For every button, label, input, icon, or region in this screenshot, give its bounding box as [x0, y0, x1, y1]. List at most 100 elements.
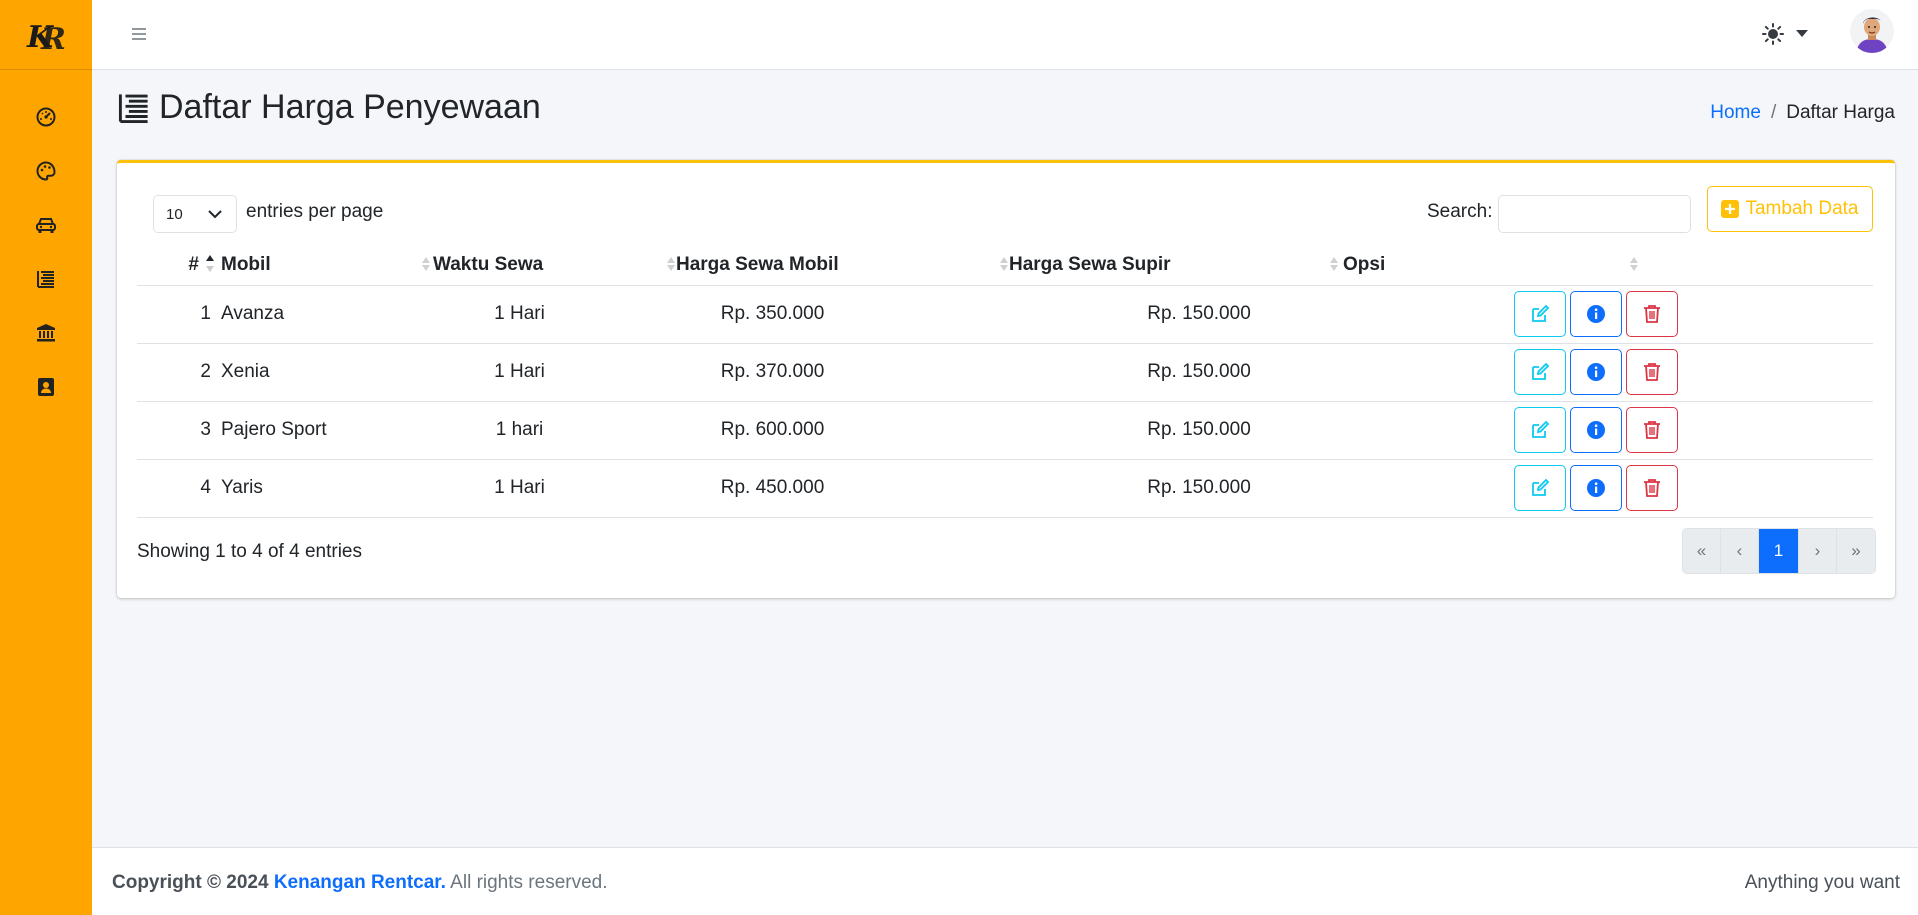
cell-harga-sewa-mobil: Rp. 600.000 — [676, 401, 1009, 460]
cell-harga-sewa-supir: Rp. 150.000 — [1009, 285, 1339, 344]
pagination-last-button[interactable]: » — [1837, 529, 1875, 573]
sidebar-item-mobil[interactable] — [0, 198, 92, 252]
add-data-button[interactable]: Tambah Data — [1707, 186, 1873, 232]
cell-opsi — [1339, 459, 1873, 518]
caret-down-icon — [1796, 30, 1808, 37]
cell-harga-sewa-mobil: Rp. 370.000 — [676, 343, 1009, 402]
column-header-mobil[interactable]: Mobil — [221, 245, 431, 286]
page-title: Daftar Harga Penyewaan — [117, 88, 541, 127]
cell-number: 1 — [137, 285, 221, 344]
sidebar-item-kontak[interactable] — [0, 360, 92, 414]
table-header-row: # Mobil Waktu Sewa Harga Sewa Mobil Harg… — [137, 245, 1873, 286]
edit-icon — [1532, 304, 1550, 322]
cell-harga-sewa-supir: Rp. 150.000 — [1009, 401, 1339, 460]
detail-button[interactable] — [1570, 291, 1622, 337]
top-navbar — [92, 0, 1918, 70]
edit-icon — [1532, 478, 1550, 496]
theme-toggle-button[interactable] — [1762, 20, 1808, 48]
dashboard-gauge-icon — [36, 107, 56, 127]
bank-icon — [37, 324, 55, 342]
detail-button[interactable] — [1570, 349, 1622, 395]
pagination-prev-button[interactable]: ‹ — [1721, 529, 1759, 573]
cell-opsi — [1339, 343, 1873, 402]
info-circle-icon — [1587, 363, 1605, 381]
page-title-text: Daftar Harga Penyewaan — [159, 88, 541, 126]
list-icon — [118, 93, 148, 123]
column-header-waktu-sewa[interactable]: Waktu Sewa — [431, 245, 676, 286]
cell-waktu-sewa: 1 hari — [431, 401, 676, 460]
edit-icon — [1532, 362, 1550, 380]
sort-icon — [1000, 257, 1008, 271]
cell-waktu-sewa: 1 Hari — [431, 459, 676, 518]
sort-asc-icon — [206, 255, 214, 272]
sidebar-item-harga[interactable] — [0, 252, 92, 306]
car-icon — [36, 218, 56, 233]
user-avatar[interactable] — [1850, 9, 1894, 53]
copyright-text: Copyright © 2024 — [112, 872, 269, 893]
column-header-spacer — [1639, 245, 1873, 286]
detail-button[interactable] — [1570, 407, 1622, 453]
list-icon — [37, 271, 54, 288]
sort-icon — [1330, 257, 1338, 271]
table-row: 3 Pajero Sport 1 hari Rp. 600.000 Rp. 15… — [137, 401, 1873, 460]
cell-number: 2 — [137, 343, 221, 402]
cell-number: 3 — [137, 401, 221, 460]
entries-per-page-select[interactable]: 10 — [153, 195, 237, 233]
delete-button[interactable] — [1626, 291, 1678, 337]
cell-number: 4 — [137, 459, 221, 518]
delete-button[interactable] — [1626, 407, 1678, 453]
entries-per-page-label: entries per page — [246, 201, 384, 222]
sidebar-item-dashboard[interactable] — [0, 90, 92, 144]
pagination-next-button[interactable]: › — [1799, 529, 1837, 573]
trash-icon — [1644, 363, 1660, 381]
detail-button[interactable] — [1570, 465, 1622, 511]
edit-button[interactable] — [1514, 407, 1566, 453]
brand[interactable]: K R — [0, 0, 92, 70]
footer-tagline: Anything you want — [1744, 872, 1900, 893]
sidebar-toggle-button[interactable] — [128, 23, 150, 45]
table-row: 4 Yaris 1 Hari Rp. 450.000 Rp. 150.000 — [137, 459, 1873, 518]
pagination-first-button[interactable]: « — [1683, 529, 1721, 573]
chevron-down-icon — [208, 209, 222, 218]
delete-button[interactable] — [1626, 349, 1678, 395]
pagination-page-1-button[interactable]: 1 — [1759, 529, 1799, 573]
edit-button[interactable] — [1514, 465, 1566, 511]
sidebar: K R — [0, 0, 92, 915]
price-list-card: 10 entries per page Search: Tambah Data … — [117, 160, 1895, 598]
sidebar-item-bank[interactable] — [0, 306, 92, 360]
entries-per-page-value: 10 — [166, 205, 183, 223]
trash-icon — [1644, 305, 1660, 323]
brand-logo[interactable]: K R — [20, 12, 72, 58]
column-header-opsi[interactable]: Opsi — [1339, 245, 1639, 286]
breadcrumb: Home / Daftar Harga — [1710, 102, 1895, 124]
footer-copyright: Copyright © 2024 Kenangan Rentcar. All r… — [112, 872, 608, 894]
cell-harga-sewa-supir: Rp. 150.000 — [1009, 343, 1339, 402]
table-row: 2 Xenia 1 Hari Rp. 370.000 Rp. 150.000 — [137, 343, 1873, 402]
pagination: « ‹ 1 › » — [1682, 528, 1876, 574]
cell-mobil: Avanza — [221, 285, 431, 344]
table-info-text: Showing 1 to 4 of 4 entries — [137, 541, 362, 562]
delete-button[interactable] — [1626, 465, 1678, 511]
sort-icon — [667, 257, 675, 271]
breadcrumb-home-link[interactable]: Home — [1710, 102, 1761, 124]
search-label: Search: — [1427, 201, 1493, 222]
cell-opsi — [1339, 401, 1873, 460]
palette-icon — [36, 161, 56, 181]
breadcrumb-separator: / — [1770, 102, 1777, 123]
contact-card-icon — [38, 378, 54, 396]
column-header-harga-sewa-mobil[interactable]: Harga Sewa Mobil — [676, 245, 1009, 286]
cell-harga-sewa-mobil: Rp. 350.000 — [676, 285, 1009, 344]
sort-icon — [1630, 257, 1638, 271]
svg-text:R: R — [40, 22, 66, 57]
edit-button[interactable] — [1514, 349, 1566, 395]
edit-button[interactable] — [1514, 291, 1566, 337]
plus-square-icon — [1721, 200, 1740, 218]
company-link[interactable]: Kenangan Rentcar. — [274, 872, 446, 893]
column-header-number[interactable]: # — [137, 245, 221, 286]
column-header-harga-sewa-supir[interactable]: Harga Sewa Supir — [1009, 245, 1339, 286]
cell-harga-sewa-mobil: Rp. 450.000 — [676, 459, 1009, 518]
cell-opsi — [1339, 285, 1873, 344]
table-row: 1 Avanza 1 Hari Rp. 350.000 Rp. 150.000 — [137, 285, 1873, 344]
search-input[interactable] — [1498, 195, 1691, 233]
sidebar-item-theme[interactable] — [0, 144, 92, 198]
